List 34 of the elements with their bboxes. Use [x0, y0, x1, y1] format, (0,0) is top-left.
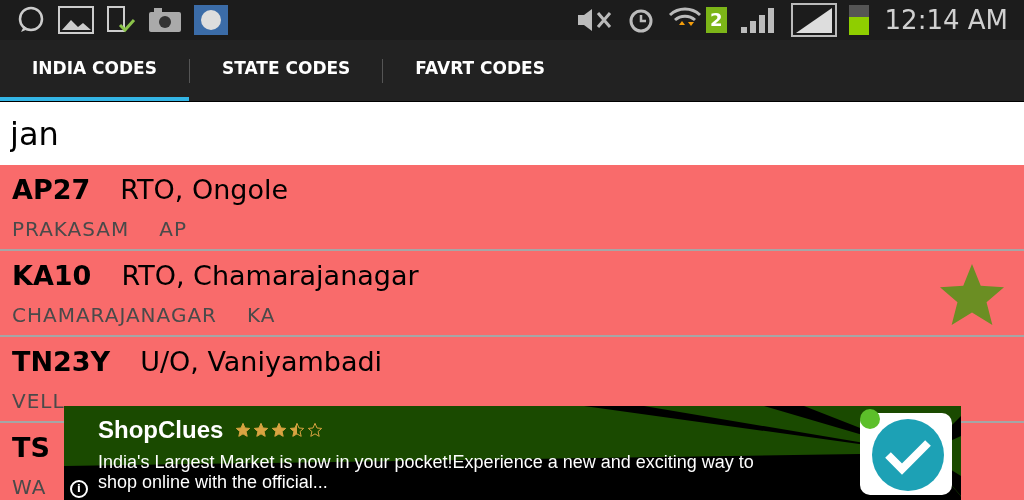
- tab[interactable]: STATE CODES: [189, 40, 383, 101]
- tablet-check-icon: [106, 5, 136, 35]
- ad-banner[interactable]: i ShopClues India's Largest Market is now in your pocket!Experience a new and exciting way to shop online with the official...: [64, 406, 961, 500]
- star-icon: [307, 422, 324, 438]
- battery-icon: [848, 5, 869, 35]
- star-icon: [235, 422, 252, 438]
- image-icon: [58, 6, 94, 34]
- chat-bubble-icon: [16, 5, 46, 35]
- ad-title: ShopClues: [98, 415, 224, 445]
- star-icon: [289, 422, 306, 438]
- rto-code: TS: [12, 430, 50, 465]
- search-field[interactable]: jan: [0, 102, 1024, 165]
- app-badge-icon: [194, 5, 228, 35]
- office-name: RTO, Chamarajanagar: [121, 258, 419, 293]
- district-name: WA: [12, 474, 47, 500]
- state-code: AP: [159, 216, 188, 244]
- district-name: CHAMARAJANAGAR: [12, 302, 217, 330]
- rto-code: KA10: [12, 258, 92, 293]
- camera-icon: [148, 7, 182, 33]
- signal-icon: [790, 3, 837, 37]
- sim-badge: 2: [706, 7, 727, 33]
- info-icon[interactable]: i: [70, 480, 88, 498]
- ad-text: India's Largest Market is now in your pocket!Experience a new and exciting way to shop online with the official...: [98, 452, 755, 492]
- star-icon: [253, 422, 270, 438]
- rto-code: TN23Y: [12, 344, 111, 379]
- office-name: U/O, Vaniyambadi: [140, 344, 383, 379]
- state-code: KA: [247, 302, 276, 330]
- district-name: PRAKASAM: [12, 216, 130, 244]
- clock-time: 12:14 AM: [884, 3, 1008, 37]
- office-name: RTO, Ongole: [120, 172, 289, 207]
- star-icon: [271, 422, 288, 438]
- rto-code: AP27: [12, 172, 91, 207]
- tab[interactable]: FAVRT CODES: [383, 40, 577, 101]
- district-name: VELL: [12, 388, 65, 416]
